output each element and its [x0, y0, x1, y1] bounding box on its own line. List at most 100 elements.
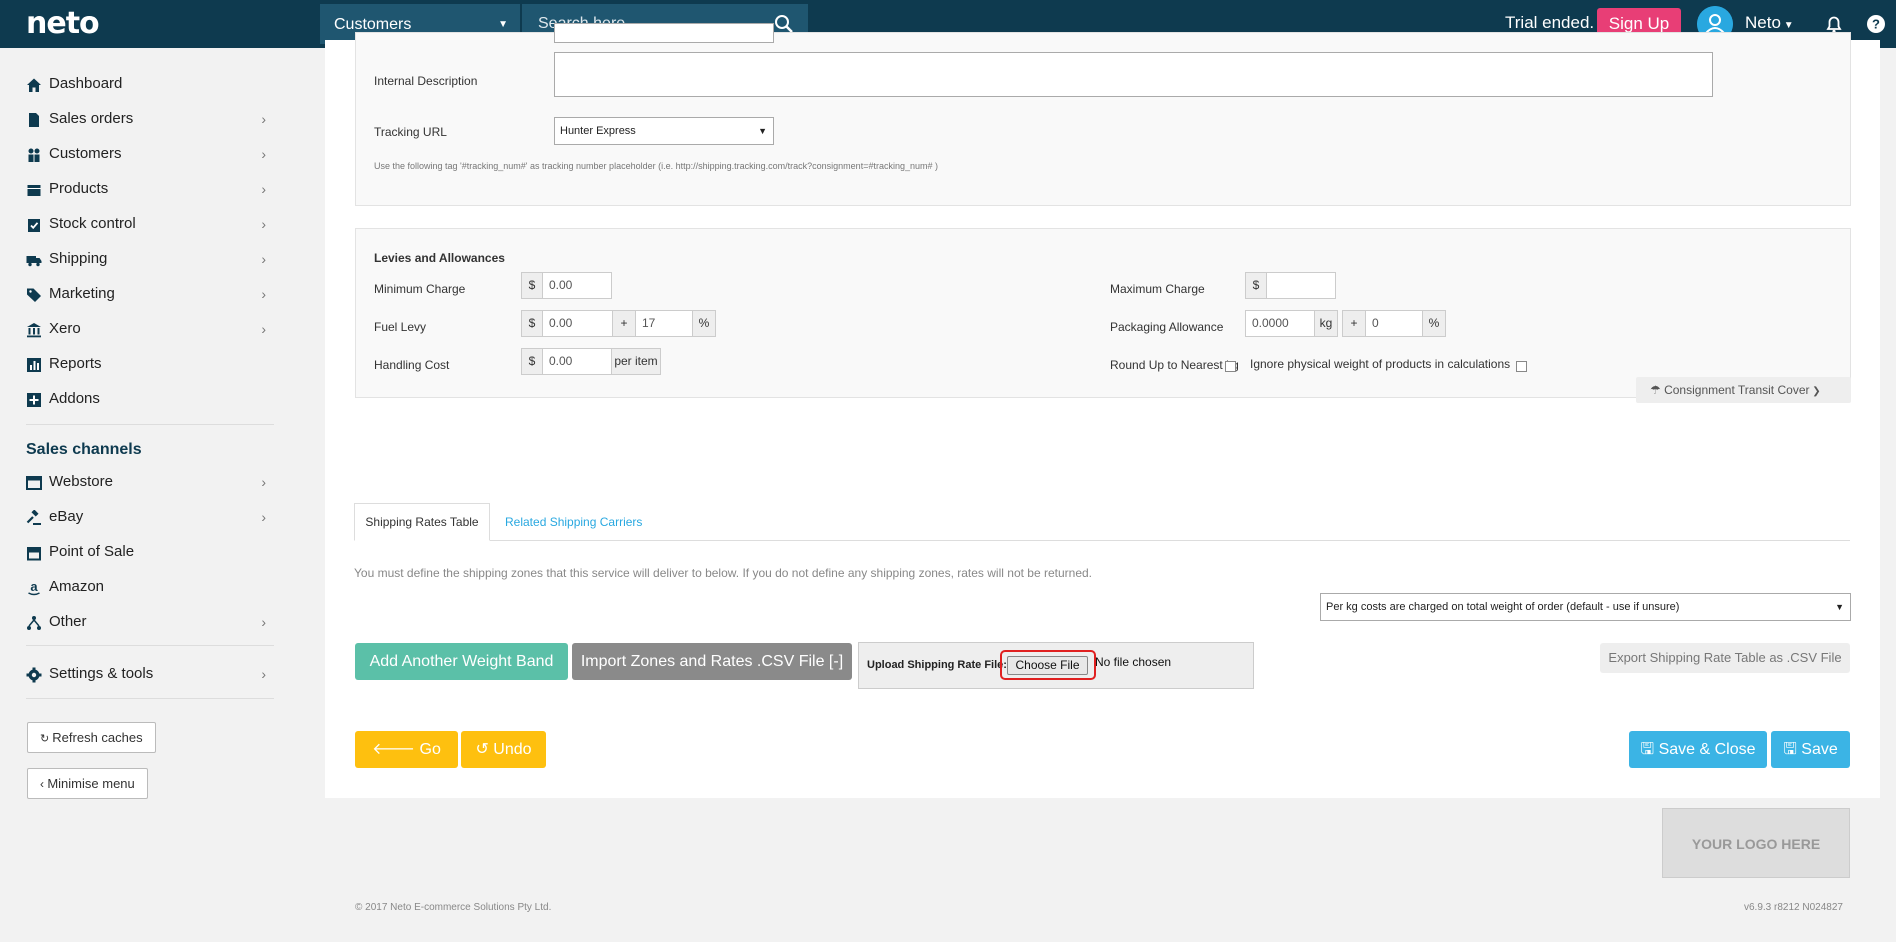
svg-text:?: ?: [1872, 17, 1880, 32]
save-icon: 🖫: [1640, 741, 1659, 758]
sidebar-item-label: Reports: [49, 355, 102, 372]
upload-rate-file-box: Upload Shipping Rate File: Choose File N…: [858, 642, 1254, 689]
sidebar-divider: [26, 645, 274, 646]
sidebar: Dashboard Sales orders › Customers › Pro…: [0, 48, 300, 942]
ignore-weight-label: Ignore physical weight of products in ca…: [1250, 357, 1511, 371]
undo-label: Undo: [493, 741, 532, 758]
gavel-icon: [26, 510, 41, 525]
minimise-menu-button[interactable]: ‹ Minimise menu: [27, 768, 148, 799]
chevron-right-icon: ›: [261, 321, 266, 337]
sidebar-item-addons[interactable]: Addons: [26, 384, 274, 414]
sidebar-item-ebay[interactable]: eBay ›: [26, 502, 274, 532]
sidebar-item-xero[interactable]: Xero ›: [26, 314, 274, 344]
transit-cover-toggle[interactable]: ☂ Consignment Transit Cover ❯: [1636, 377, 1851, 403]
sidebar-item-sales-orders[interactable]: Sales orders ›: [26, 104, 274, 134]
ignore-weight-checkbox[interactable]: [1516, 361, 1527, 372]
help-icon[interactable]: ?: [1866, 14, 1886, 34]
save-button[interactable]: 🖫 Save: [1771, 731, 1850, 768]
users-icon: [28, 148, 40, 162]
sidebar-item-products[interactable]: Products ›: [26, 174, 274, 204]
tabs-underline: [354, 540, 1850, 541]
chevron-right-icon: ›: [261, 216, 266, 232]
sidebar-item-stock-control[interactable]: Stock control ›: [26, 209, 274, 239]
internal-description-textarea[interactable]: [554, 52, 1713, 97]
sidebar-item-label: Stock control: [49, 215, 136, 232]
sidebar-divider: [26, 424, 274, 425]
fuel-levy-percent-input[interactable]: 17: [635, 310, 693, 337]
dropdown-arrow-icon: ▼: [758, 126, 767, 136]
tracking-url-select[interactable]: Hunter Express ▼: [554, 117, 774, 145]
chevron-right-icon: ›: [261, 111, 266, 127]
go-back-button[interactable]: 🡐 Go Back: [355, 731, 458, 795]
tracking-hint: Use the following tag '#tracking_num#' a…: [374, 161, 938, 171]
neto-logo[interactable]: neto: [26, 6, 100, 41]
max-charge-input[interactable]: [1266, 272, 1336, 299]
save-icon: 🖫: [1783, 741, 1802, 758]
store-icon: [27, 547, 41, 561]
sidebar-item-label: Amazon: [49, 578, 105, 595]
tab-shipping-rates-table[interactable]: Shipping Rates Table: [354, 503, 490, 541]
search-scope-value: Customers: [334, 16, 412, 33]
sidebar-item-shipping[interactable]: Shipping ›: [26, 244, 274, 274]
bar-chart-icon: [27, 358, 41, 372]
refresh-caches-label: Refresh caches: [52, 730, 143, 745]
logo-placeholder: YOUR LOGO HERE: [1662, 808, 1850, 878]
kg-addon: kg: [1314, 310, 1338, 337]
home-icon: [27, 78, 41, 92]
packaging-allowance-label: Packaging Allowance: [1110, 320, 1224, 334]
export-csv-button[interactable]: Export Shipping Rate Table as .CSV File: [1600, 643, 1850, 673]
add-weight-band-button[interactable]: Add Another Weight Band: [355, 643, 568, 680]
tracking-url-label: Tracking URL: [374, 125, 447, 139]
umbrella-icon: ☂: [1650, 383, 1665, 397]
bank-icon: [27, 323, 41, 338]
tracking-url-value: Hunter Express: [560, 125, 636, 137]
currency-addon: $: [1245, 272, 1267, 299]
fuel-levy-input[interactable]: 0.00: [542, 310, 613, 337]
levies-panel: Levies and Allowances Minimum Charge $ 0…: [355, 228, 1851, 398]
gear-icon: [26, 667, 42, 683]
zones-notice: You must define the shipping zones that …: [354, 566, 1092, 580]
sidebar-item-other[interactable]: Other ›: [26, 607, 274, 637]
chevron-right-icon: ›: [261, 614, 266, 630]
clipboard-check-icon: [28, 219, 40, 232]
sidebar-item-webstore[interactable]: Webstore ›: [26, 467, 274, 497]
sidebar-item-settings[interactable]: Settings & tools ›: [26, 659, 274, 689]
sidebar-item-label: Sales orders: [49, 110, 134, 127]
packaging-percent-input[interactable]: 0: [1365, 310, 1423, 337]
refresh-caches-button[interactable]: ↻ Refresh caches: [27, 722, 156, 753]
sidebar-item-label: Other: [49, 613, 87, 630]
scrolled-field[interactable]: [554, 23, 774, 43]
sidebar-item-label: Shipping: [49, 250, 108, 267]
min-charge-input[interactable]: 0.00: [542, 272, 612, 299]
search-icon[interactable]: [774, 14, 794, 34]
round-up-checkbox[interactable]: [1225, 361, 1236, 372]
copyright-text: © 2017 Neto E-commerce Solutions Pty Ltd…: [355, 902, 552, 913]
sidebar-item-reports[interactable]: Reports: [26, 349, 274, 379]
user-menu[interactable]: Neto ▼: [1745, 13, 1794, 33]
handling-cost-input[interactable]: 0.00: [542, 348, 612, 375]
charge-mode-select[interactable]: Per kg costs are charged on total weight…: [1320, 593, 1851, 621]
sidebar-item-marketing[interactable]: Marketing ›: [26, 279, 274, 309]
plus-square-icon: [27, 393, 41, 407]
packaging-allowance-input[interactable]: 0.0000: [1245, 310, 1315, 337]
choose-file-button[interactable]: Choose File: [1007, 656, 1088, 675]
handling-cost-label: Handling Cost: [374, 358, 450, 372]
undo-button[interactable]: ↺ Undo: [461, 731, 546, 768]
version-text: v6.9.3 r8212 N024827: [1744, 902, 1843, 913]
chevron-down-icon: ❯: [1809, 386, 1821, 397]
import-csv-button[interactable]: Import Zones and Rates .CSV File [-]: [572, 643, 852, 680]
currency-addon: $: [521, 272, 543, 299]
sidebar-item-amazon[interactable]: a Amazon: [26, 572, 274, 602]
arrow-left-icon: 🡐: [372, 741, 420, 758]
sidebar-item-label: Dashboard: [49, 75, 123, 92]
sidebar-item-point-of-sale[interactable]: Point of Sale: [26, 537, 274, 567]
percent-addon: %: [1422, 310, 1446, 337]
save-close-button[interactable]: 🖫 Save & Close: [1629, 731, 1767, 768]
bell-icon[interactable]: [1824, 14, 1844, 34]
dropdown-arrow-icon: ▼: [1835, 602, 1844, 612]
sidebar-divider: [26, 698, 274, 699]
sidebar-item-customers[interactable]: Customers ›: [26, 139, 274, 169]
tab-related-shipping-carriers[interactable]: Related Shipping Carriers: [505, 515, 642, 529]
sidebar-item-dashboard[interactable]: Dashboard: [26, 69, 274, 99]
currency-addon: $: [521, 348, 543, 375]
